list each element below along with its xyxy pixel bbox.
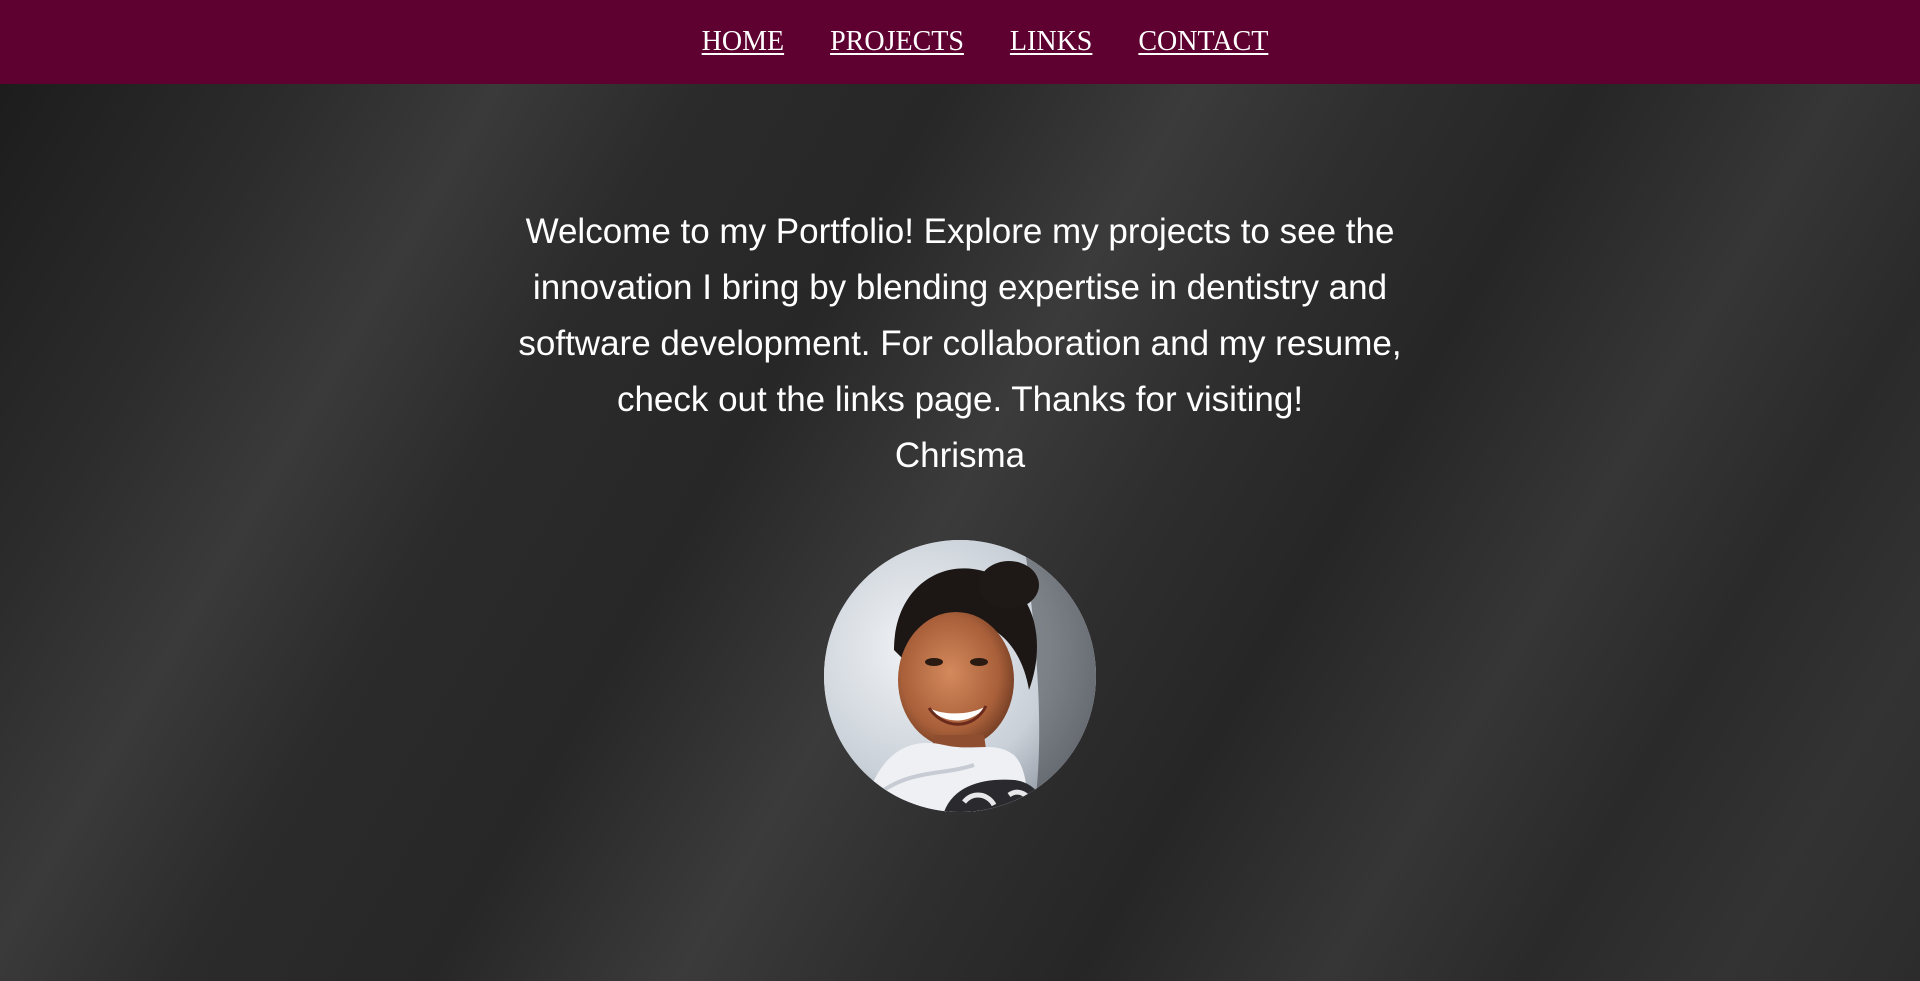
nav-item-contact: CONTACT bbox=[1138, 26, 1268, 58]
nav-item-links: LINKS bbox=[1010, 26, 1092, 58]
intro-paragraph: Welcome to my Portfolio! Explore my proj… bbox=[490, 204, 1430, 484]
nav-links: HOME PROJECTS LINKS CONTACT bbox=[702, 26, 1269, 58]
profile-avatar bbox=[824, 540, 1096, 812]
nav-item-projects: PROJECTS bbox=[830, 26, 964, 58]
hero-section: Welcome to my Portfolio! Explore my proj… bbox=[0, 204, 1920, 812]
profile-photo-icon bbox=[824, 540, 1096, 812]
nav-link-links[interactable]: LINKS bbox=[1010, 26, 1092, 57]
intro-text: Welcome to my Portfolio! Explore my proj… bbox=[518, 212, 1402, 419]
nav-link-home[interactable]: HOME bbox=[702, 26, 784, 57]
nav-item-home: HOME bbox=[702, 26, 784, 58]
signature: Chrisma bbox=[894, 436, 1026, 475]
nav-link-contact[interactable]: CONTACT bbox=[1138, 26, 1268, 57]
nav-link-projects[interactable]: PROJECTS bbox=[830, 26, 964, 57]
top-navbar: HOME PROJECTS LINKS CONTACT bbox=[0, 0, 1920, 84]
main-nav: HOME PROJECTS LINKS CONTACT bbox=[677, 26, 1269, 58]
